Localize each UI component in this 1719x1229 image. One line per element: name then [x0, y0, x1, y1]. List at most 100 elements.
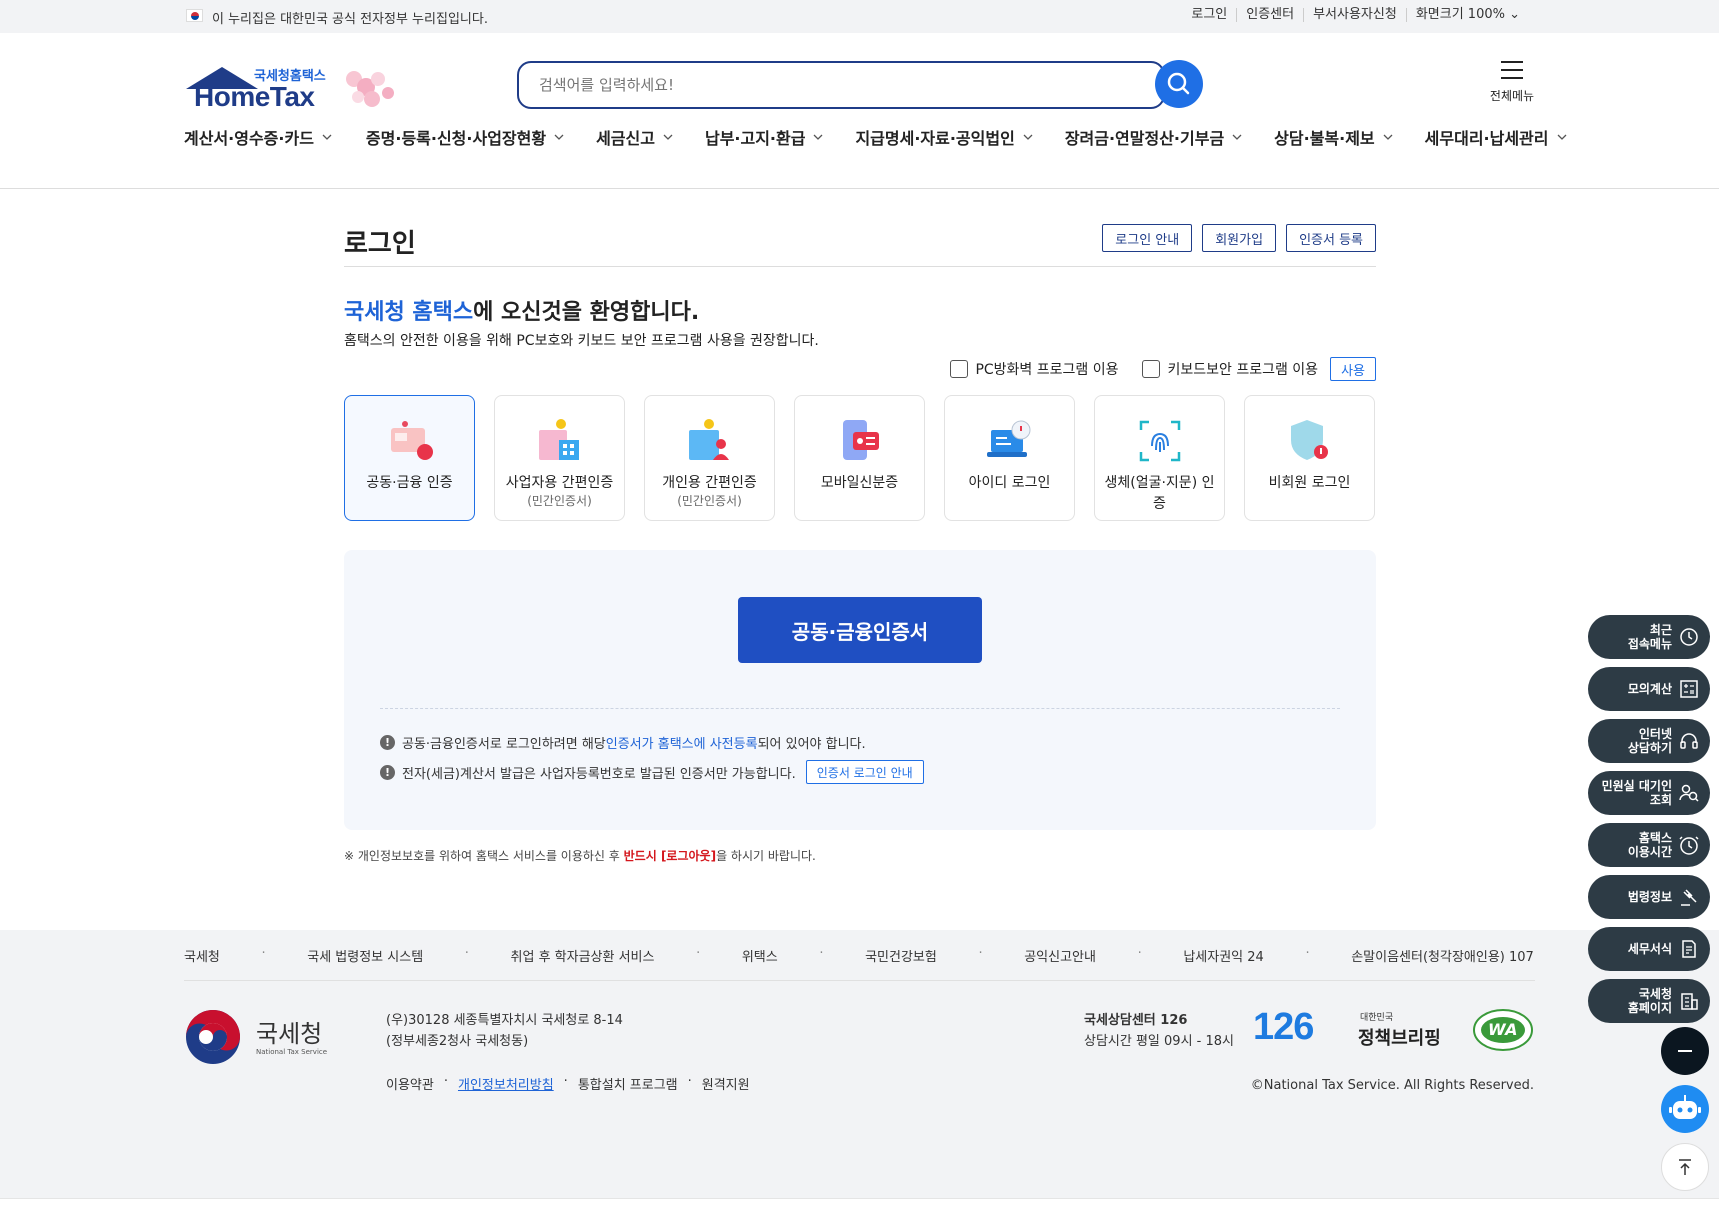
use-button[interactable]: 사용 — [1330, 357, 1376, 381]
security-options: PC방화벽 프로그램 이용 키보드보안 프로그램 이용 사용 — [926, 357, 1376, 381]
search-input[interactable] — [517, 61, 1165, 109]
scroll-top-button[interactable] — [1661, 1143, 1709, 1191]
footer-link-rights[interactable]: 납세자권익 24 — [1183, 946, 1263, 965]
method-id-login[interactable]: 아이디 로그인 — [944, 395, 1075, 521]
method-mobile-id[interactable]: 모바일신분증 — [794, 395, 925, 521]
footer-link-nts[interactable]: 국세청 — [184, 946, 220, 965]
footer-link-law[interactable]: 국세 법령정보 시스템 — [307, 946, 423, 965]
nav-item-invoice[interactable]: 계산서·영수증·카드 — [184, 125, 332, 149]
page-title: 로그인 — [344, 229, 416, 259]
footer-link-report[interactable]: 공익신고안내 — [1024, 946, 1096, 965]
search-icon — [1167, 72, 1190, 95]
footer-link-health[interactable]: 국민건강보험 — [865, 946, 937, 965]
separator-dot: · — [1305, 946, 1310, 961]
korea-flag-icon — [186, 9, 203, 22]
method-biometric[interactable]: 생체(얼굴·지문) 인증 — [1094, 395, 1225, 521]
cert-login-guide-button[interactable]: 인증서 로그인 안내 — [805, 760, 924, 784]
nav-label: 증명·등록·신청·사업장현황 — [365, 129, 547, 148]
search-button[interactable] — [1155, 60, 1203, 108]
person-search-icon — [1679, 784, 1699, 802]
footer-link-student-loan[interactable]: 취업 후 학자금상환 서비스 — [511, 946, 655, 965]
page-bottom — [0, 1198, 1719, 1229]
keyboard-security-option[interactable]: 키보드보안 프로그램 이용 — [1142, 359, 1318, 379]
copyright: ©National Tax Service. All Rights Reserv… — [1250, 1078, 1534, 1093]
remote-support-link[interactable]: 원격지원 — [702, 1074, 750, 1093]
method-non-member[interactable]: 비회원 로그인 — [1244, 395, 1375, 521]
separator-dot: · — [696, 946, 701, 961]
policy-briefing-logo[interactable]: 대한민국 정책브리핑 — [1358, 1010, 1450, 1050]
quick-online-consult[interactable]: 인터넷 상담하기 — [1588, 719, 1710, 763]
document-edit-icon — [1682, 940, 1696, 958]
certificate-card-icon — [391, 421, 433, 460]
method-personal-simple[interactable]: 개인용 간편인증 (민간인증서) — [644, 395, 775, 521]
method-business-simple[interactable]: 사업자용 간편인증 (민간인증서) — [494, 395, 625, 521]
web-accessibility-mark[interactable]: WA — [1472, 1008, 1534, 1052]
terms-link[interactable]: 이용약관 — [386, 1074, 434, 1093]
pc-firewall-option[interactable]: PC방화벽 프로그램 이용 — [950, 359, 1118, 379]
quick-tax-forms[interactable]: 세무서식 — [1588, 927, 1710, 971]
separator-dot: · — [261, 946, 266, 961]
nav-item-statements[interactable]: 지급명세·자료·공익법인 — [855, 125, 1033, 149]
separator-dot: · — [563, 1074, 568, 1089]
chevron-down-icon — [663, 134, 673, 140]
collapse-quick-button[interactable] — [1661, 1027, 1709, 1075]
keyboard-security-checkbox[interactable] — [1142, 360, 1161, 378]
hometax-logo[interactable]: 국세청홈택스 HomeTax — [184, 59, 404, 119]
signup-button[interactable]: 회원가입 — [1202, 224, 1277, 252]
cherry-blossom-icon — [346, 71, 394, 107]
register-cert-button[interactable]: 인증서 등록 — [1286, 224, 1376, 252]
call-center-info: 국세상담센터 126 상담시간 평일 09시 - 18시 — [1084, 1010, 1234, 1052]
welcome-heading: 국세청 홈택스에 오신것을 환영합니다. — [344, 294, 699, 326]
install-program-link[interactable]: 통합설치 프로그램 — [578, 1074, 678, 1093]
quick-label: 최근 접속메뉴 — [1627, 623, 1672, 651]
privacy-policy-link[interactable]: 개인정보처리방침 — [458, 1074, 554, 1093]
clock-icon — [1680, 628, 1698, 646]
chevron-down-icon — [1023, 134, 1033, 140]
footer-link-wetax[interactable]: 위택스 — [742, 946, 778, 965]
quick-nts-homepage[interactable]: 국세청 홈페이지 — [1588, 979, 1710, 1023]
welcome-highlight: 국세청 홈택스 — [344, 300, 474, 325]
nav-item-incentives[interactable]: 장려금·연말정산·기부금 — [1065, 125, 1242, 149]
separator-dot: · — [819, 946, 824, 961]
login-guide-button[interactable]: 로그인 안내 — [1102, 224, 1193, 252]
method-sub: (민간인증서) — [677, 494, 742, 508]
privacy-pre: ※ 개인정보보호를 위하여 홈택스 서비스를 이용하신 후 — [344, 849, 624, 863]
minus-icon — [1678, 1050, 1692, 1052]
nav-label: 장려금·연말정산·기부금 — [1064, 129, 1225, 148]
quick-waiting-lookup[interactable]: 민원실 대기인 조회 — [1588, 771, 1710, 815]
chatbot-icon — [1669, 1095, 1701, 1119]
quick-mock-calc[interactable]: 모의계산 — [1588, 667, 1710, 711]
chatbot-button[interactable] — [1661, 1085, 1709, 1133]
nts-logo[interactable]: 국세청 National Tax Service — [184, 1008, 344, 1068]
nav-item-agent[interactable]: 세무대리·납세관리 — [1425, 125, 1567, 149]
util-link-dept-user[interactable]: 부서사용자신청 — [1303, 8, 1406, 22]
util-link-cert-center[interactable]: 인증센터 — [1236, 8, 1303, 22]
pc-firewall-checkbox[interactable] — [950, 360, 969, 378]
mobile-id-icon — [843, 420, 879, 460]
all-menu-button[interactable]: 전체메뉴 — [1482, 59, 1542, 109]
nav-item-tax-return[interactable]: 세금신고 — [596, 125, 673, 149]
chevron-down-icon — [1232, 134, 1242, 140]
nav-item-consult[interactable]: 상담·불복·제보 — [1274, 125, 1393, 149]
nav-label: 세금신고 — [596, 129, 655, 148]
site-footer: 국세청 · 국세 법령정보 시스템 · 취업 후 학자금상환 서비스 · 위택스 · 국… — [0, 930, 1719, 1198]
method-joint-cert[interactable]: 공동·금융 인증 — [344, 395, 475, 521]
badge-126-text: 126 — [1253, 1006, 1314, 1048]
quick-recent-menu[interactable]: 최근 접속메뉴 — [1588, 615, 1710, 659]
note-business-cert: ! 전자(세금)계산서 발급은 사업자등록번호로 발급된 인증서만 가능합니다.… — [380, 760, 924, 784]
util-link-login[interactable]: 로그인 — [1182, 8, 1236, 22]
main-nav: 계산서·영수증·카드 증명·등록·신청·사업장현황 세금신고 납부·고지·환급 … — [184, 125, 1567, 149]
util-link-zoom[interactable]: 화면크기 100% ⌄ — [1405, 8, 1529, 22]
nav-item-certificates[interactable]: 증명·등록·신청·사업장현황 — [366, 125, 564, 149]
preregister-link[interactable]: 인증서가 홈택스에 사전등록 — [606, 733, 758, 752]
privacy-post: 을 하시기 바랍니다. — [716, 849, 816, 863]
method-label: 사업자용 간편인증 — [505, 475, 614, 491]
wa-text: WA — [1488, 1020, 1518, 1039]
nav-item-payment[interactable]: 납부·고지·환급 — [705, 125, 823, 149]
joint-cert-login-button[interactable]: 공동·금융인증서 — [738, 597, 982, 663]
quick-law-info[interactable]: 법령정보 — [1588, 875, 1710, 919]
footer-link-relay[interactable]: 손말이음센터(청각장애인용) 107 — [1351, 946, 1534, 965]
quick-hometax-hours[interactable]: 홈택스 이용시간 — [1588, 823, 1710, 867]
badge-126[interactable]: 126 — [1253, 1006, 1333, 1048]
method-label: 아이디 로그인 — [968, 475, 1051, 491]
